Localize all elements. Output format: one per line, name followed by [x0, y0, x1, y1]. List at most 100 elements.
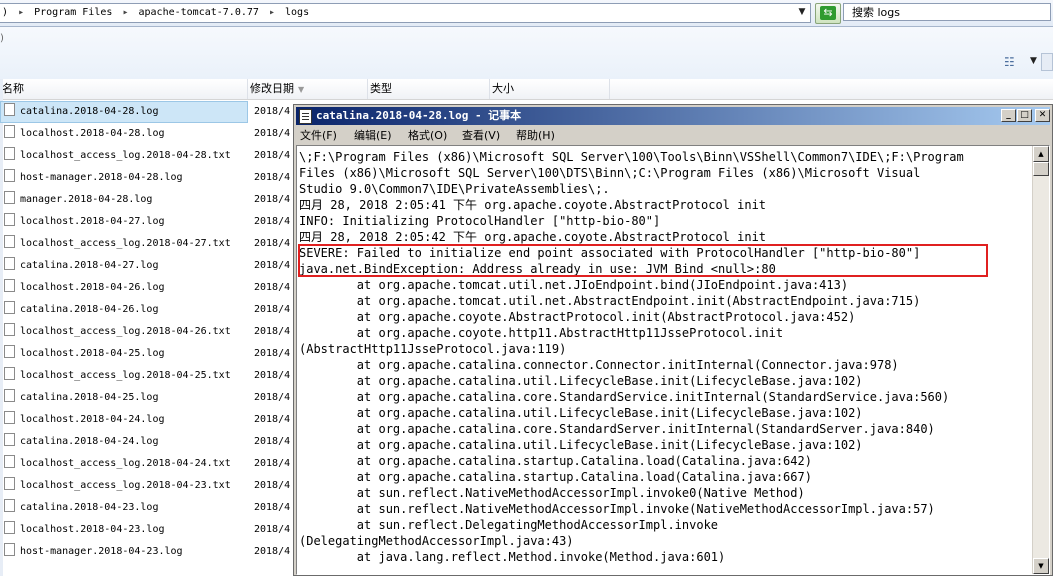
- file-row[interactable]: localhost_access_log.2018-04-26.txt 2018/…: [0, 321, 300, 343]
- file-row[interactable]: localhost_access_log.2018-04-27.txt 2018/…: [0, 233, 300, 255]
- file-date: 2018/4: [254, 370, 291, 381]
- breadcrumb-separator-icon[interactable]: ▸: [16, 7, 26, 18]
- breadcrumb-item[interactable]: apache-tomcat-7.0.77: [137, 7, 261, 18]
- file-name-cell[interactable]: localhost_access_log.2018-04-24.txt: [1, 454, 247, 474]
- breadcrumb[interactable]: ) ▸ Program Files ▸ apache-tomcat-7.0.77…: [0, 3, 811, 23]
- file-name-cell[interactable]: catalina.2018-04-24.log: [1, 432, 247, 452]
- close-button[interactable]: ✕: [1035, 109, 1050, 122]
- file-name-cell[interactable]: manager.2018-04-28.log: [1, 190, 247, 210]
- file-name: localhost_access_log.2018-04-26.txt: [20, 326, 231, 337]
- toolbar-overflow-icon[interactable]: ): [0, 33, 4, 44]
- file-row[interactable]: catalina.2018-04-28.log 2018/4: [0, 101, 300, 123]
- breadcrumb-item[interactable]: logs: [283, 7, 311, 18]
- breadcrumb-separator-icon[interactable]: ▸: [267, 7, 277, 18]
- file-name-cell[interactable]: catalina.2018-04-28.log: [0, 101, 248, 123]
- scroll-down-button[interactable]: ▼: [1033, 558, 1049, 574]
- file-date: 2018/4: [254, 502, 291, 513]
- file-icon: [4, 235, 15, 248]
- column-header-type[interactable]: 类型: [368, 79, 490, 99]
- column-header-row: 名称 修改日期 ▼ 类型 大小: [0, 79, 1053, 100]
- breadcrumb-separator-icon[interactable]: ▸: [120, 7, 130, 18]
- log-line: at sun.reflect.NativeMethodAccessorImpl.…: [299, 486, 805, 500]
- file-name: catalina.2018-04-28.log: [20, 106, 159, 117]
- file-name-cell[interactable]: localhost_access_log.2018-04-26.txt: [1, 322, 247, 342]
- file-name-cell[interactable]: localhost_access_log.2018-04-27.txt: [1, 234, 247, 254]
- column-header-size[interactable]: 大小: [490, 79, 610, 99]
- file-date: 2018/4: [254, 128, 291, 139]
- column-date-label: 修改日期: [250, 82, 294, 95]
- file-name-cell[interactable]: catalina.2018-04-23.log: [1, 498, 247, 518]
- file-name-cell[interactable]: localhost_access_log.2018-04-23.txt: [1, 476, 247, 496]
- maximize-button[interactable]: □: [1017, 109, 1032, 122]
- file-row[interactable]: localhost.2018-04-25.log 2018/4: [0, 343, 300, 365]
- file-row[interactable]: catalina.2018-04-24.log 2018/4: [0, 431, 300, 453]
- file-name-cell[interactable]: localhost.2018-04-23.log: [1, 520, 247, 540]
- breadcrumb-item[interactable]: Program Files: [32, 7, 114, 18]
- file-row[interactable]: catalina.2018-04-23.log 2018/4: [0, 497, 300, 519]
- menu-view[interactable]: 查看(V): [462, 126, 500, 145]
- file-row[interactable]: localhost_access_log.2018-04-25.txt 2018/…: [0, 365, 300, 387]
- file-name-cell[interactable]: catalina.2018-04-26.log: [1, 300, 247, 320]
- menu-edit[interactable]: 编辑(E): [354, 126, 392, 145]
- scroll-up-button[interactable]: ▲: [1033, 146, 1049, 162]
- file-name-cell[interactable]: host-manager.2018-04-28.log: [1, 168, 247, 188]
- view-icon[interactable]: ☷: [1004, 55, 1020, 69]
- preview-pane-button[interactable]: [1041, 53, 1053, 71]
- file-name-cell[interactable]: localhost_access_log.2018-04-28.txt: [1, 146, 247, 166]
- address-bar-area: ) ▸ Program Files ▸ apache-tomcat-7.0.77…: [0, 0, 1053, 27]
- menu-file[interactable]: 文件(F): [300, 126, 337, 145]
- file-date: 2018/4: [254, 150, 291, 161]
- file-name: localhost.2018-04-23.log: [20, 524, 165, 535]
- file-name: host-manager.2018-04-28.log: [20, 172, 183, 183]
- menu-format[interactable]: 格式(O): [408, 126, 447, 145]
- log-line: at sun.reflect.NativeMethodAccessorImpl.…: [299, 502, 935, 516]
- file-icon: [4, 411, 15, 424]
- file-row[interactable]: catalina.2018-04-26.log 2018/4: [0, 299, 300, 321]
- file-name-cell[interactable]: localhost_access_log.2018-04-25.txt: [1, 366, 247, 386]
- file-date: 2018/4: [254, 304, 291, 315]
- file-row[interactable]: localhost_access_log.2018-04-28.txt 2018/…: [0, 145, 300, 167]
- file-icon: [4, 389, 15, 402]
- file-name-cell[interactable]: catalina.2018-04-25.log: [1, 388, 247, 408]
- menu-help[interactable]: 帮助(H): [516, 126, 555, 145]
- search-input[interactable]: 搜索 logs: [843, 3, 1051, 21]
- minimize-button[interactable]: _: [1001, 109, 1016, 122]
- column-header-date[interactable]: 修改日期 ▼: [248, 79, 368, 99]
- file-row[interactable]: host-manager.2018-04-28.log 2018/4: [0, 167, 300, 189]
- file-name: localhost.2018-04-25.log: [20, 348, 165, 359]
- notepad-text-area[interactable]: \;F:\Program Files (x86)\Microsoft SQL S…: [296, 145, 1050, 575]
- file-name: catalina.2018-04-24.log: [20, 436, 159, 447]
- file-row[interactable]: localhost.2018-04-27.log 2018/4: [0, 211, 300, 233]
- file-icon: [4, 433, 15, 446]
- file-name-cell[interactable]: localhost.2018-04-25.log: [1, 344, 247, 364]
- file-row[interactable]: localhost.2018-04-26.log 2018/4: [0, 277, 300, 299]
- file-row[interactable]: localhost.2018-04-28.log 2018/4: [0, 123, 300, 145]
- file-row[interactable]: host-manager.2018-04-23.log 2018/4: [0, 541, 300, 563]
- vertical-scrollbar[interactable]: ▲ ▼: [1032, 146, 1049, 574]
- log-line: at org.apache.coyote.AbstractProtocol.in…: [299, 310, 856, 324]
- file-row[interactable]: localhost_access_log.2018-04-24.txt 2018/…: [0, 453, 300, 475]
- file-name-cell[interactable]: localhost.2018-04-27.log: [1, 212, 247, 232]
- file-name-cell[interactable]: catalina.2018-04-27.log: [1, 256, 247, 276]
- file-name-cell[interactable]: localhost.2018-04-24.log: [1, 410, 247, 430]
- file-row[interactable]: catalina.2018-04-25.log 2018/4: [0, 387, 300, 409]
- log-line: at org.apache.catalina.core.StandardServ…: [299, 422, 935, 436]
- notepad-title-bar[interactable]: catalina.2018-04-28.log - 记事本 _ □ ✕: [296, 107, 1050, 125]
- file-name-cell[interactable]: localhost.2018-04-26.log: [1, 278, 247, 298]
- file-name-cell[interactable]: localhost.2018-04-28.log: [1, 124, 247, 144]
- file-row[interactable]: catalina.2018-04-27.log 2018/4: [0, 255, 300, 277]
- refresh-button[interactable]: ⇆: [815, 3, 841, 24]
- breadcrumb-item[interactable]: ): [0, 7, 10, 18]
- file-name: localhost_access_log.2018-04-24.txt: [20, 458, 231, 469]
- log-line: 四月 28, 2018 2:05:42 下午 org.apache.coyote…: [299, 230, 767, 244]
- file-row[interactable]: localhost.2018-04-24.log 2018/4: [0, 409, 300, 431]
- column-header-name[interactable]: 名称: [0, 79, 248, 99]
- log-line: (AbstractHttp11JsseProtocol.java:119): [299, 342, 567, 356]
- file-name-cell[interactable]: host-manager.2018-04-23.log: [1, 542, 247, 562]
- address-history-dropdown-icon[interactable]: ▼: [795, 4, 809, 20]
- file-row[interactable]: manager.2018-04-28.log 2018/4: [0, 189, 300, 211]
- file-row[interactable]: localhost_access_log.2018-04-23.txt 2018/…: [0, 475, 300, 497]
- file-name: localhost_access_log.2018-04-28.txt: [20, 150, 231, 161]
- scroll-thumb[interactable]: [1033, 162, 1049, 176]
- file-row[interactable]: localhost.2018-04-23.log 2018/4: [0, 519, 300, 541]
